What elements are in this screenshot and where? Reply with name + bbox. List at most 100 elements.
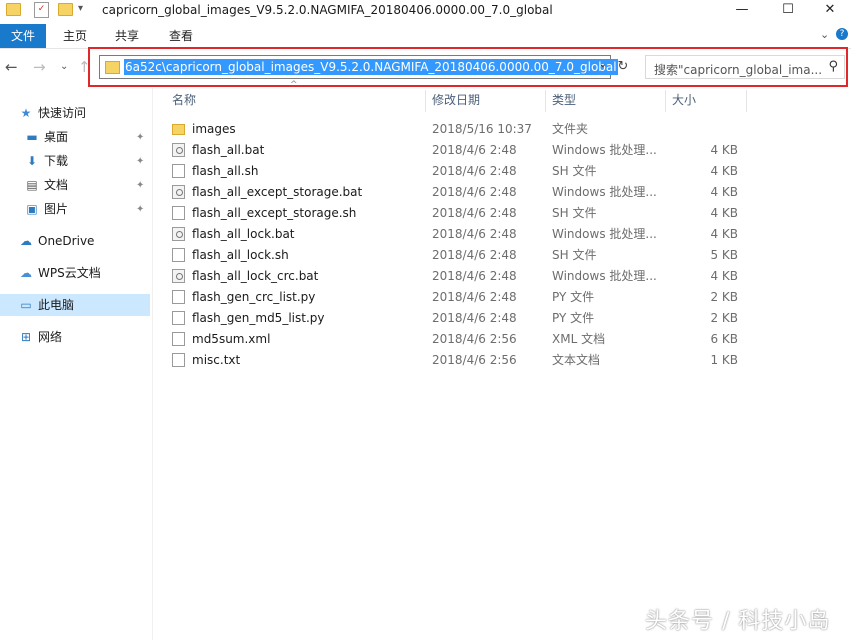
sidebar-item-label: 网络 (38, 330, 63, 344)
file-row[interactable]: flash_all_lock.bat 2018/4/6 2:48 Windows… (165, 224, 745, 245)
sidebar-item-label: 桌面 (44, 130, 69, 144)
file-row[interactable]: flash_gen_md5_list.py 2018/4/6 2:48 PY 文… (165, 308, 745, 329)
file-name: flash_gen_md5_list.py (192, 311, 325, 325)
file-size: 4 KB (710, 143, 738, 157)
forward-arrow-icon[interactable]: → (33, 58, 46, 76)
new-folder-icon[interactable] (58, 3, 73, 16)
sidebar-item-network[interactable]: ⊞ 网络 (18, 326, 62, 348)
file-row[interactable]: flash_all.sh 2018/4/6 2:48 SH 文件 4 KB (165, 161, 745, 182)
file-type: Windows 批处理... (552, 269, 657, 283)
title-bar: ✓ ▾ capricorn_global_images_V9.5.2.0.NAG… (0, 0, 851, 24)
folder-icon (6, 3, 21, 16)
file-type: XML 文档 (552, 332, 606, 346)
navigation-pane: ★ 快速访问 ▬ 桌面 ✦ ⬇ 下载 ✦ ▤ 文档 ✦ ▣ 图片 ✦ ☁ OneDrive … (0, 88, 153, 640)
chevron-down-icon[interactable]: ⌄ (820, 28, 829, 41)
pin-icon: ✦ (136, 204, 145, 215)
file-name: flash_all_lock.bat (192, 227, 295, 241)
search-icon[interactable]: ⚲ (828, 59, 838, 74)
close-button[interactable]: ✕ (807, 0, 851, 22)
tab-share[interactable]: 共享 (104, 24, 150, 48)
file-size: 4 KB (710, 206, 738, 220)
sidebar-item-this-pc[interactable]: ▭ 此电脑 (0, 294, 150, 316)
address-bar[interactable]: 6a52c\capricorn_global_images_V9.5.2.0.N… (99, 55, 618, 79)
file-row[interactable]: flash_all.bat 2018/4/6 2:48 Windows 批处理.… (165, 140, 745, 161)
ribbon-tabs: 文件 主页 共享 查看 ⌄ ? (0, 24, 851, 49)
tab-file[interactable]: 文件 (0, 24, 46, 48)
file-name: flash_all_except_storage.sh (192, 206, 357, 220)
file-modified: 2018/4/6 2:48 (432, 185, 517, 199)
file-row[interactable]: md5sum.xml 2018/4/6 2:56 XML 文档 6 KB (165, 329, 745, 350)
help-icon[interactable]: ? (836, 28, 848, 40)
column-header-name[interactable]: 名称 (172, 88, 196, 112)
file-modified: 2018/4/6 2:48 (432, 269, 517, 283)
column-divider[interactable] (425, 90, 426, 112)
tab-home[interactable]: 主页 (52, 24, 98, 48)
quick-access-dropdown-icon[interactable]: ▾ (78, 3, 83, 14)
file-icon (172, 164, 185, 178)
file-row[interactable]: misc.txt 2018/4/6 2:56 文本文档 1 KB (165, 350, 745, 371)
sidebar-item-label: 下载 (44, 154, 69, 168)
pin-icon: ✦ (136, 180, 145, 191)
sidebar-item-onedrive[interactable]: ☁ OneDrive (18, 230, 94, 252)
file-modified: 2018/4/6 2:56 (432, 332, 517, 346)
download-icon: ⬇ (26, 154, 38, 168)
file-name: flash_all_lock.sh (192, 248, 289, 262)
sidebar-item-desktop[interactable]: ▬ 桌面 (24, 126, 68, 148)
watermark: 头条号 / 科技小岛 (645, 609, 831, 634)
file-row[interactable]: flash_all_lock.sh 2018/4/6 2:48 SH 文件 5 … (165, 245, 745, 266)
file-row[interactable]: flash_gen_crc_list.py 2018/4/6 2:48 PY 文… (165, 287, 745, 308)
file-row[interactable]: images 2018/5/16 10:37 文件夹 (165, 119, 745, 140)
file-name: flash_all.sh (192, 164, 259, 178)
address-path[interactable]: 6a52c\capricorn_global_images_V9.5.2.0.N… (124, 59, 618, 75)
file-row[interactable]: flash_all_lock_crc.bat 2018/4/6 2:48 Win… (165, 266, 745, 287)
file-modified: 2018/4/6 2:48 (432, 227, 517, 241)
file-name: images (192, 122, 236, 136)
sidebar-item-downloads[interactable]: ⬇ 下载 (24, 150, 68, 172)
chevron-down-icon[interactable]: ⌄ (599, 59, 607, 70)
file-type: 文本文档 (552, 353, 601, 367)
back-arrow-icon[interactable]: ← (5, 58, 18, 76)
refresh-icon[interactable]: ↻ (613, 55, 633, 79)
pin-icon: ✦ (136, 156, 145, 167)
file-size: 4 KB (710, 185, 738, 199)
properties-icon[interactable]: ✓ (34, 2, 49, 18)
file-size: 4 KB (710, 227, 738, 241)
sidebar-item-wps-cloud[interactable]: ☁ WPS云文档 (18, 262, 101, 284)
column-header-type[interactable]: 类型 (552, 88, 576, 112)
file-row[interactable]: flash_all_except_storage.bat 2018/4/6 2:… (165, 182, 745, 203)
bat-file-icon (172, 185, 185, 199)
sort-indicator-icon: ^ (290, 80, 298, 90)
file-size: 2 KB (710, 290, 738, 304)
column-divider[interactable] (545, 90, 546, 112)
wps-cloud-icon: ☁ (20, 266, 32, 280)
file-type: PY 文件 (552, 290, 595, 304)
file-icon (172, 311, 185, 325)
desktop-icon: ▬ (26, 130, 38, 144)
file-type: Windows 批处理... (552, 143, 657, 157)
file-modified: 2018/4/6 2:48 (432, 206, 517, 220)
column-header-size[interactable]: 大小 (672, 88, 696, 112)
column-divider[interactable] (746, 90, 747, 112)
file-name: flash_all_lock_crc.bat (192, 269, 319, 283)
file-type: Windows 批处理... (552, 185, 657, 199)
column-header-modified[interactable]: 修改日期 (432, 88, 480, 112)
file-name: flash_all.bat (192, 143, 265, 157)
recent-locations-icon[interactable]: ⌄ (60, 61, 68, 72)
maximize-button[interactable]: ☐ (765, 0, 811, 22)
file-modified: 2018/4/6 2:56 (432, 353, 517, 367)
cloud-icon: ☁ (20, 234, 32, 248)
bat-file-icon (172, 143, 185, 157)
column-divider[interactable] (665, 90, 666, 112)
file-size: 2 KB (710, 311, 738, 325)
sidebar-item-pictures[interactable]: ▣ 图片 (24, 198, 68, 220)
file-row[interactable]: flash_all_except_storage.sh 2018/4/6 2:4… (165, 203, 745, 224)
bat-file-icon (172, 227, 185, 241)
minimize-button[interactable]: — (719, 0, 765, 22)
sidebar-item-label: 此电脑 (38, 298, 75, 312)
xml-file-icon (172, 332, 185, 346)
sidebar-item-quick-access[interactable]: ★ 快速访问 (18, 102, 86, 124)
tab-view[interactable]: 查看 (158, 24, 204, 48)
file-icon (172, 206, 185, 220)
search-input[interactable]: 搜索"capricorn_global_ima... ⚲ (645, 55, 845, 79)
sidebar-item-documents[interactable]: ▤ 文档 (24, 174, 68, 196)
